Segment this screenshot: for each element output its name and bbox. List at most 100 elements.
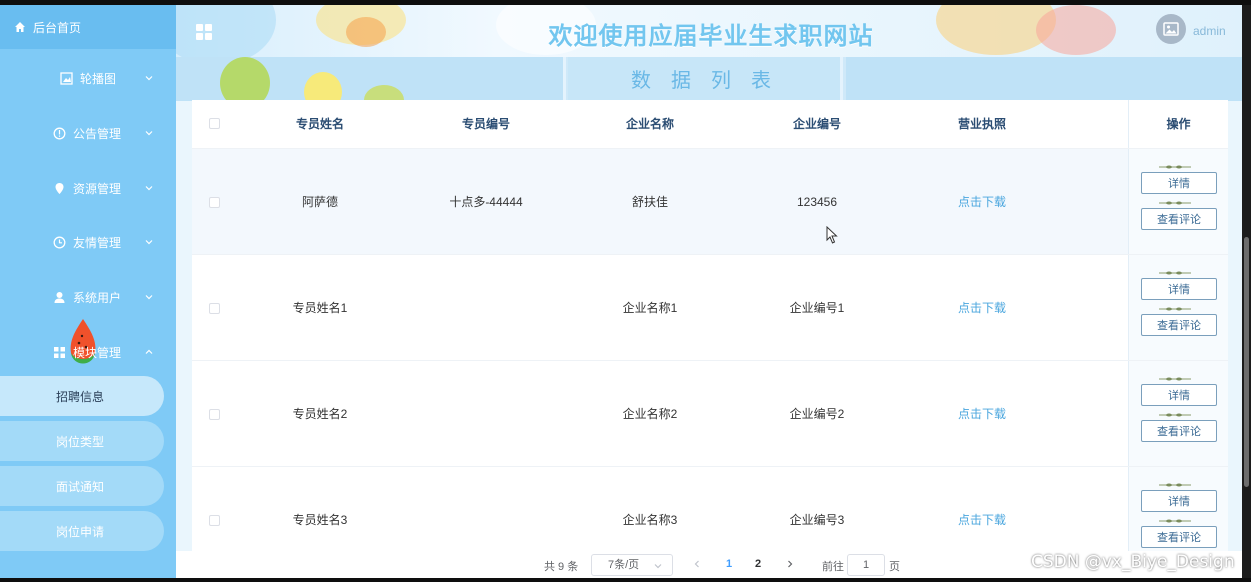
page-size-value: 7条/页 xyxy=(608,559,640,571)
download-license-link[interactable]: 点击下载 xyxy=(922,361,1042,467)
next-page-icon[interactable] xyxy=(786,560,794,568)
leaf-decoration-icon xyxy=(1159,413,1191,417)
scrollbar-thumb[interactable] xyxy=(1244,237,1249,487)
download-license-link[interactable]: 点击下载 xyxy=(922,149,1042,255)
watermark: CSDN @vx_Biye_Design xyxy=(1031,552,1235,572)
leaf-decoration-icon xyxy=(1159,165,1191,169)
sidebar-item-notice[interactable]: 公告管理 xyxy=(0,115,176,151)
cell-company-code: 企业编号1 xyxy=(789,301,845,315)
goto-label: 前往 xyxy=(822,561,844,573)
page-suffix: 页 xyxy=(889,561,900,573)
page-subtitle: 数据列表 xyxy=(631,70,791,92)
leaf-decoration-icon xyxy=(1159,201,1191,205)
table-header: 专员姓名 专员编号 企业名称 企业编号 营业执照 操作 xyxy=(192,100,1228,148)
leaf-decoration-icon xyxy=(1159,271,1191,275)
sidebar-subitem-recruitment[interactable]: 招聘信息 xyxy=(0,376,164,416)
table-row[interactable]: 专员姓名2 企业名称2 企业编号2 点击下载 详情 查看评论 xyxy=(192,360,1228,466)
cell-company-code: 企业编号2 xyxy=(789,407,845,421)
top-header: 欢迎使用应届毕业生求职网站 admin xyxy=(176,5,1246,57)
cell-code xyxy=(426,361,546,467)
page-number[interactable]: 1 xyxy=(726,558,732,570)
table-row[interactable]: 专员姓名1 企业名称1 企业编号1 点击下载 详情 查看评论 xyxy=(192,254,1228,360)
image-icon xyxy=(60,71,73,85)
leaf-decoration-icon xyxy=(1159,483,1191,487)
column-header: 操作 xyxy=(1128,100,1228,148)
sidebar-item-label: 系统用户 xyxy=(73,290,122,305)
sidebar-item-resource[interactable]: 资源管理 xyxy=(0,170,176,206)
sidebar-item-label: 友情管理 xyxy=(73,235,122,250)
view-comments-button[interactable]: 查看评论 xyxy=(1141,208,1217,230)
goto-page-input[interactable]: 1 xyxy=(847,554,885,576)
sidebar-item-modules[interactable]: 模块管理 xyxy=(0,334,176,370)
leaf-decoration-icon xyxy=(1159,519,1191,523)
column-header: 企业编号 xyxy=(792,117,841,131)
cell-name: 阿萨德 xyxy=(301,195,338,209)
sidebar-home[interactable]: 后台首页 xyxy=(0,5,176,49)
cell-company: 企业名称2 xyxy=(622,407,678,421)
prev-page-icon[interactable] xyxy=(693,560,701,568)
detail-button[interactable]: 详情 xyxy=(1141,384,1217,406)
detail-button[interactable]: 详情 xyxy=(1141,278,1217,300)
clock-icon xyxy=(53,236,66,248)
sidebar-item-carousel[interactable]: 轮播图 xyxy=(0,60,176,96)
view-comments-button[interactable]: 查看评论 xyxy=(1141,526,1217,548)
total-count: 共 9 条 xyxy=(544,561,579,573)
detail-button[interactable]: 详情 xyxy=(1141,172,1217,194)
sidebar-item-label: 模块管理 xyxy=(73,345,122,360)
data-table: 专员姓名 专员编号 企业名称 企业编号 营业执照 操作 阿萨德 十点多-4444… xyxy=(192,100,1228,578)
sidebar-subitem-job-type[interactable]: 岗位类型 xyxy=(0,421,164,461)
sidebar-item-friendlink[interactable]: 友情管理 xyxy=(0,224,176,260)
site-title: 欢迎使用应届毕业生求职网站 xyxy=(548,23,874,50)
row-actions: 详情 查看评论 xyxy=(1128,361,1228,466)
chevron-down-icon xyxy=(145,76,153,81)
select-all-checkbox[interactable] xyxy=(209,118,220,129)
row-actions: 详情 查看评论 xyxy=(1128,149,1228,254)
row-checkbox[interactable] xyxy=(209,197,220,208)
cell-company-code: 123456 xyxy=(796,195,838,209)
sidebar-subitem-application[interactable]: 岗位申请 xyxy=(0,511,164,551)
table-row[interactable]: 阿萨德 十点多-44444 舒扶佳 123456 点击下载 详情 查看评论 xyxy=(192,148,1228,254)
page-number[interactable]: 2 xyxy=(755,558,761,570)
chevron-down-icon xyxy=(654,564,662,569)
chevron-down-icon xyxy=(145,131,153,136)
row-checkbox[interactable] xyxy=(209,303,220,314)
leaf-decoration-icon xyxy=(1159,377,1191,381)
cell-company: 企业名称1 xyxy=(622,301,678,315)
app-frame: 后台首页 轮播图 公告管理 资源管理 友情管理 系统用户 模块管理 招聘信息 岗… xyxy=(0,5,1246,578)
view-comments-button[interactable]: 查看评论 xyxy=(1141,314,1217,336)
sidebar-subitem-interview[interactable]: 面试通知 xyxy=(0,466,164,506)
row-checkbox[interactable] xyxy=(209,515,220,526)
leaf-decoration-icon xyxy=(1159,307,1191,311)
info-icon xyxy=(53,127,66,139)
column-header: 专员编号 xyxy=(461,117,510,131)
sidebar-item-label: 轮播图 xyxy=(80,71,117,86)
row-checkbox[interactable] xyxy=(209,409,220,420)
page-size-select[interactable]: 7条/页 xyxy=(591,554,673,576)
cell-code: 十点多-44444 xyxy=(449,195,523,209)
cell-name: 专员姓名2 xyxy=(292,407,348,421)
username[interactable]: admin xyxy=(1193,24,1226,38)
scrollbar[interactable] xyxy=(1242,5,1251,578)
download-license-link[interactable]: 点击下载 xyxy=(922,255,1042,361)
sidebar-item-label: 资源管理 xyxy=(73,181,122,196)
cell-company: 舒扶佳 xyxy=(631,195,668,209)
user-icon xyxy=(54,291,65,303)
grid-icon xyxy=(54,346,65,358)
column-header: 企业名称 xyxy=(625,117,674,131)
sidebar: 后台首页 轮播图 公告管理 资源管理 友情管理 系统用户 模块管理 招聘信息 岗… xyxy=(0,5,176,578)
chevron-down-icon xyxy=(145,186,153,191)
row-actions: 详情 查看评论 xyxy=(1128,255,1228,360)
cell-name: 专员姓名1 xyxy=(292,301,348,315)
sidebar-item-users[interactable]: 系统用户 xyxy=(0,279,176,315)
detail-button[interactable]: 详情 xyxy=(1141,490,1217,512)
cell-code xyxy=(426,255,546,361)
sidebar-home-label: 后台首页 xyxy=(33,20,82,35)
column-header: 专员姓名 xyxy=(295,117,344,131)
home-icon xyxy=(15,22,25,32)
sidebar-item-label: 公告管理 xyxy=(73,126,122,141)
avatar[interactable] xyxy=(1156,14,1186,44)
location-icon xyxy=(55,182,64,194)
chevron-down-icon xyxy=(145,295,153,300)
chevron-down-icon xyxy=(145,240,153,245)
view-comments-button[interactable]: 查看评论 xyxy=(1141,420,1217,442)
